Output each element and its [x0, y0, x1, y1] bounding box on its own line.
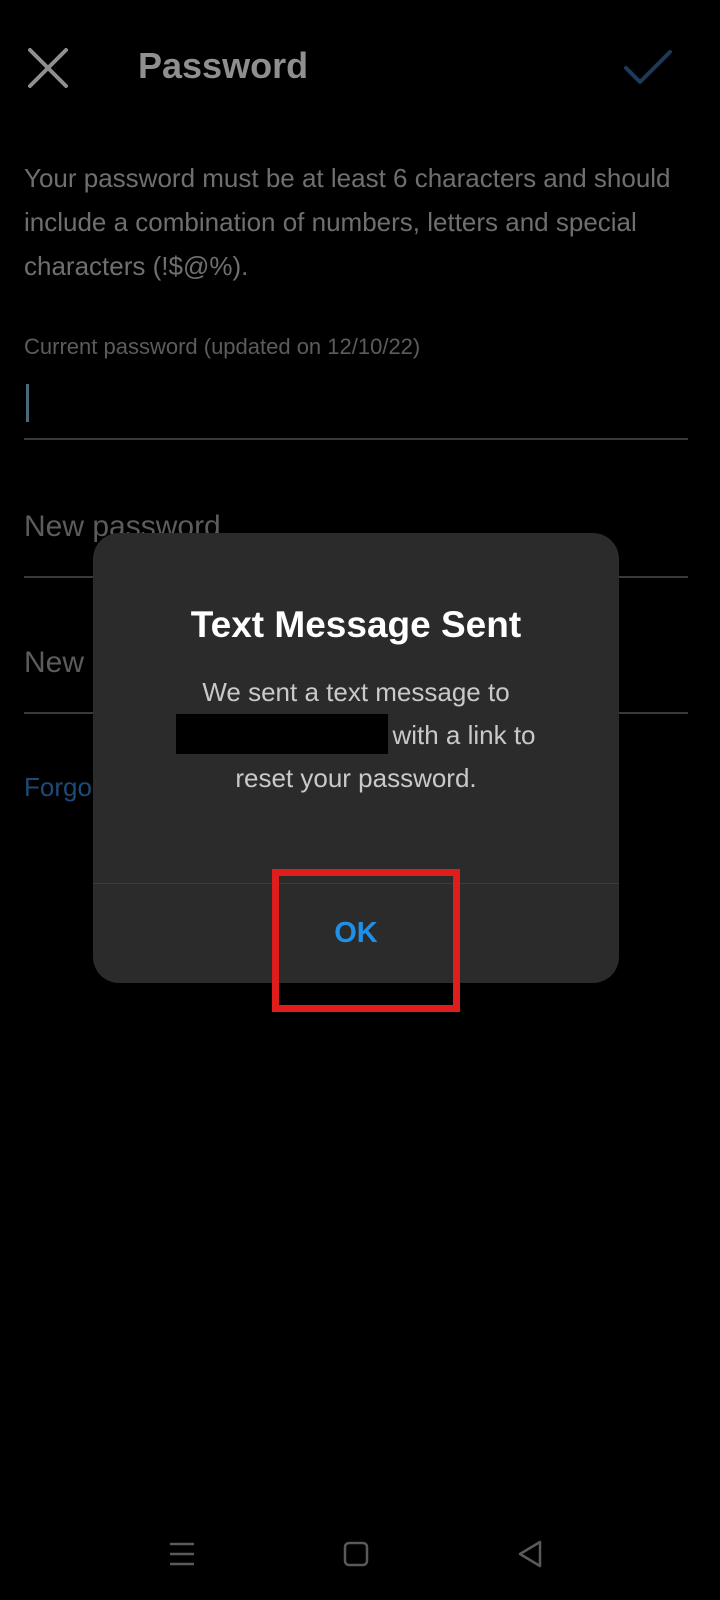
dialog-title: Text Message Sent	[190, 604, 522, 645]
forgot-password-link[interactable]: Forgo	[24, 772, 92, 803]
menu-icon	[158, 1542, 206, 1582]
redacted-phone-number	[176, 714, 389, 755]
dialog-message-line3: reset your password.	[235, 763, 477, 794]
current-password-input[interactable]	[24, 376, 688, 432]
system-navigation-bar	[0, 1508, 720, 1600]
home-button[interactable]	[332, 1530, 380, 1578]
close-icon	[22, 42, 74, 94]
home-square-icon	[332, 1541, 380, 1582]
close-button[interactable]	[22, 42, 74, 94]
dialog-message-line2: with a link to	[392, 720, 536, 750]
password-requirements-text: Your password must be at least 6 charact…	[24, 163, 671, 281]
dialog-message-line1: We sent a text message to	[202, 677, 510, 707]
text-message-sent-dialog: Text Message Sent We sent a text message…	[93, 533, 619, 983]
current-password-label: Current password (updated on 12/10/22)	[24, 334, 421, 359]
back-triangle-icon	[506, 1540, 554, 1582]
checkmark-icon	[620, 50, 676, 98]
recent-apps-button[interactable]	[158, 1530, 206, 1578]
page-title: Password	[138, 45, 309, 86]
current-password-field: Current password (updated on 12/10/22)	[24, 330, 688, 440]
confirm-button[interactable]	[620, 42, 676, 94]
ok-button[interactable]: OK	[93, 884, 619, 983]
dialog-message: We sent a text message to with a link to…	[133, 671, 579, 800]
top-bar: Password	[0, 0, 720, 140]
back-button[interactable]	[506, 1530, 554, 1578]
